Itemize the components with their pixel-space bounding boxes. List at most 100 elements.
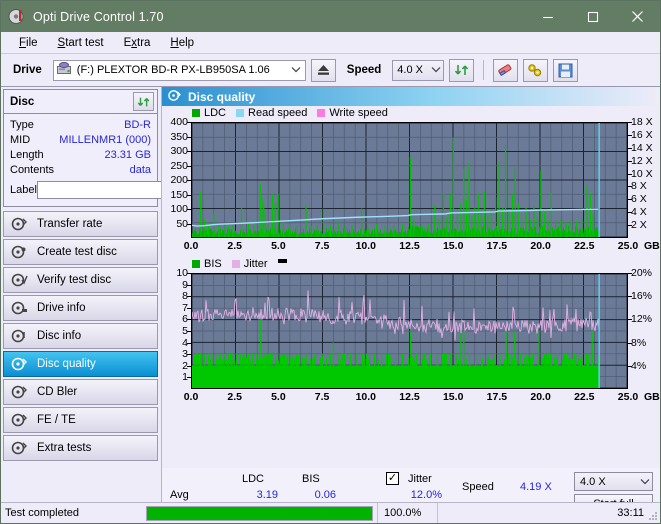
sidebar-item-transfer-rate[interactable]: Transfer rate (3, 211, 158, 237)
legend-swatch-jitter (231, 260, 240, 268)
ldc-chart-legend: LDC Read speed Write speed (192, 107, 394, 119)
sidebar-item-extra-tests[interactable]: Extra tests (3, 435, 158, 461)
y2-tick-label: 8% (631, 336, 647, 349)
y-tick-label: 2 (182, 359, 188, 372)
drive-info-icon (11, 301, 30, 316)
y2-tick-label: 6 X (631, 193, 647, 206)
y-tick-mark (187, 180, 191, 181)
y-tick-mark (187, 354, 191, 356)
y2-tick-mark (628, 225, 632, 227)
x-tick-label: 15.0 (442, 240, 464, 252)
disc-verify-icon (11, 273, 30, 288)
y-tick-label: 1 (182, 371, 188, 384)
drive-value: (F:) PLEXTOR BD-R PX-LB950SA 1.06 (76, 64, 270, 76)
legend-label-read-speed: Read speed (248, 107, 308, 119)
main-body: Disc Type BD-R MID MILLENMR1 (000) Lengt… (1, 87, 660, 523)
y-tick-label: 4 (182, 336, 188, 349)
drive-icon (56, 61, 72, 78)
test-speed-select[interactable]: 4.0 X (574, 472, 653, 491)
progress-bar-fill (147, 506, 372, 520)
jitter-checkbox[interactable]: ✓ (386, 472, 399, 485)
x-axis-unit-label: GB (644, 391, 660, 403)
y2-tick-label: 12 X (631, 154, 653, 167)
window-title: Opti Drive Control 1.70 (33, 9, 164, 24)
legend-swatch-write-speed (317, 109, 326, 117)
y-tick-label: 9 (182, 278, 188, 291)
stats-row-label-avg: Avg (170, 489, 189, 501)
maximize-button[interactable] (570, 1, 615, 32)
progress-bar (146, 505, 373, 521)
y2-tick-mark (628, 173, 632, 175)
stats-header-ldc: LDC (242, 473, 265, 485)
erase-button[interactable] (493, 58, 519, 82)
disc-speed-icon (11, 217, 30, 232)
progress-percent: 100.0% (377, 503, 437, 523)
drive-select[interactable]: (F:) PLEXTOR BD-R PX-LB950SA 1.06 (52, 59, 306, 81)
disc-mid-label: MID (10, 133, 31, 146)
test-speed-value: 4.0 X (580, 475, 606, 488)
disc-refresh-button[interactable] (133, 92, 154, 111)
bis-chart-legend: BIS Jitter (192, 258, 287, 270)
sidebar-item-fe-te[interactable]: FE / TE (3, 407, 158, 433)
sidebar-item-disc-info[interactable]: Disc info (3, 323, 158, 349)
minimize-button[interactable] (525, 1, 570, 32)
sidebar-item-cd-bler[interactable]: CD Bler (3, 379, 158, 405)
close-button[interactable] (615, 1, 660, 32)
menu-file[interactable]: File (9, 35, 48, 51)
y2-tick-label: 20% (631, 267, 653, 279)
y-tick-mark (187, 342, 191, 344)
disc-row-length: Length 23.31 GB (10, 147, 151, 162)
menu-start-test[interactable]: Start test (48, 35, 114, 51)
x-tick-label: 12.5 (399, 240, 420, 252)
y-tick-label: 350 (170, 130, 188, 143)
save-button[interactable] (553, 58, 579, 82)
tools-button[interactable] (523, 58, 549, 82)
stats-header-bis: BIS (302, 473, 320, 485)
elapsed-time: 33:11 (437, 503, 660, 523)
status-bar: Test completed 100.0% 33:11 (1, 502, 660, 523)
sidebar-item-label: FE / TE (37, 414, 76, 426)
x-tick-label: 22.5 (574, 391, 595, 403)
menu-help[interactable]: Help (160, 35, 204, 51)
y2-tick-mark (628, 134, 632, 136)
legend-label-ldc: LDC (204, 107, 227, 119)
menu-bar: File Start test Extra Help (1, 32, 660, 54)
y2-tick-label: 4 X (631, 206, 647, 219)
y-tick-label: 400 (170, 116, 188, 128)
y-tick-label: 6 (182, 313, 188, 326)
refresh-button[interactable] (449, 58, 475, 82)
x-tick-label: 10.0 (355, 391, 377, 403)
menu-help-label: elp (178, 36, 195, 49)
x-tick-label: 2.5 (227, 240, 242, 252)
sidebar-item-label: Create test disc (37, 246, 117, 258)
y2-tick-mark (628, 296, 632, 298)
y-tick-mark (187, 223, 191, 225)
menu-extra-label: tra (137, 36, 151, 49)
menu-extra[interactable]: Extra (114, 35, 161, 51)
sidebar-item-create-test-disc[interactable]: Create test disc (3, 239, 158, 265)
ldc-chart: LDC Read speed Write speed 50 100 150 200 25… (162, 106, 660, 256)
sidebar-item-drive-info[interactable]: Drive info (3, 295, 158, 321)
sidebar-item-verify-test-disc[interactable]: Verify test disc (3, 267, 158, 293)
eject-button[interactable] (310, 58, 336, 82)
disc-length-value: 23.31 GB (104, 148, 151, 161)
y-tick-mark (187, 136, 191, 138)
menu-file-label: ile (26, 36, 38, 49)
y2-tick-mark (628, 212, 632, 214)
y2-tick-label: 14 X (631, 141, 653, 154)
sidebar-item-disc-quality[interactable]: Disc quality (3, 351, 158, 377)
y-tick-mark (187, 165, 191, 167)
resize-grip[interactable] (648, 511, 658, 521)
y-tick-label: 10 (176, 267, 188, 279)
bis-chart: BIS Jitter 1 2 3 4 5 6 7 8 9 10 4% 8% 12% 16% 20% 0.0… (162, 257, 660, 405)
disc-label-row: Label (10, 179, 241, 201)
y-tick-label: 5 (182, 325, 188, 337)
speed-select[interactable]: 4.0 X (392, 59, 445, 81)
disc-burn-icon (11, 245, 30, 260)
y-tick-mark (187, 122, 191, 123)
x-tick-label: 20.0 (530, 391, 551, 403)
disc-type-label: Type (10, 118, 34, 131)
speed-value: 4.0 X (397, 64, 423, 76)
disc-quality-icon (168, 89, 181, 105)
disc-properties: Type BD-R MID MILLENMR1 (000) Length 23.… (4, 114, 241, 206)
